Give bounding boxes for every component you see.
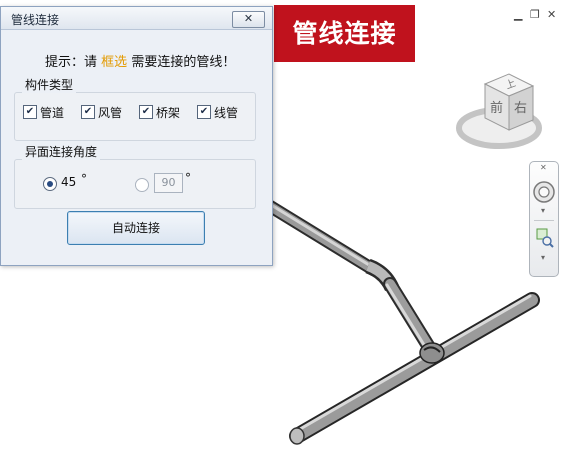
checkbox-conduit[interactable]: ✔ 线管 <box>197 104 238 120</box>
dialog-close-button[interactable]: ✕ <box>232 11 265 28</box>
pipe-segment-diagonal[interactable] <box>383 277 439 359</box>
viewport-window-controls: ▁ ❐ ✕ <box>514 8 560 22</box>
pipe-segment-upper[interactable] <box>261 198 381 277</box>
navigation-bar: ✕ ▾ ▾ <box>529 161 559 277</box>
minimize-icon[interactable]: ▁ <box>514 8 522 21</box>
hint-text: 提示：请 框选 需要连接的管线！ <box>45 51 235 70</box>
viewcube-right-label: 右 <box>514 101 527 116</box>
svg-text:▾: ▾ <box>541 206 545 215</box>
viewcube[interactable]: 上 前 右 <box>451 62 547 158</box>
hint-highlight: 框选 <box>101 55 128 70</box>
svg-text:▾: ▾ <box>541 253 545 262</box>
radio-45-label: 45 <box>61 175 77 189</box>
navbar-close-icon[interactable]: ✕ <box>540 163 547 172</box>
navbar-divider <box>534 220 554 221</box>
pipe-connect-dialog: 管线连接 ✕ 提示：请 框选 需要连接的管线！ 构件类型 ✔ 管道 ✔ 风管 ✔… <box>0 6 273 266</box>
restore-icon[interactable]: ❐ <box>530 8 540 21</box>
zoom-window-icon[interactable]: ▾ <box>530 226 558 266</box>
custom-angle-input[interactable]: 90 <box>154 173 183 193</box>
checkbox-duct-label: 风管 <box>98 105 123 120</box>
steering-wheel-icon[interactable]: ▾ <box>530 176 558 216</box>
feature-title-banner: 管线连接 <box>274 5 415 62</box>
radio-selected-dot <box>47 181 53 187</box>
checkbox-pipe-box[interactable]: ✔ <box>23 105 37 119</box>
checkbox-conduit-label: 线管 <box>214 105 239 120</box>
hint-suffix: 需要连接的管线！ <box>131 55 236 70</box>
auto-connect-button[interactable]: 自动连接 <box>67 211 205 245</box>
close-viewport-icon[interactable]: ✕ <box>547 8 556 21</box>
checkbox-pipe-label: 管道 <box>40 105 65 120</box>
degree-symbol: ° <box>81 172 87 186</box>
checkbox-conduit-box[interactable]: ✔ <box>197 105 211 119</box>
checkbox-cable-tray[interactable]: ✔ 桥架 <box>139 104 180 120</box>
degree-symbol-custom: ° <box>185 171 191 185</box>
viewcube-front-label: 前 <box>490 100 503 116</box>
checkbox-pipe[interactable]: ✔ 管道 <box>23 104 64 120</box>
pipe-tee-junction[interactable] <box>419 342 445 364</box>
checkbox-cable-tray-label: 桥架 <box>156 105 181 120</box>
close-icon: ✕ <box>243 12 254 25</box>
checkbox-duct[interactable]: ✔ 风管 <box>81 104 122 120</box>
dialog-title: 管线连接 <box>11 13 60 27</box>
radio-45-degree[interactable] <box>43 177 57 191</box>
angle-group-legend: 异面连接角度 <box>22 143 101 160</box>
component-type-legend: 构件类型 <box>22 76 77 93</box>
checkbox-cable-tray-box[interactable]: ✔ <box>139 105 153 119</box>
hint-prefix: 提示：请 <box>45 55 98 70</box>
dialog-titlebar[interactable]: 管线连接 ✕ <box>1 7 272 30</box>
checkbox-duct-box[interactable]: ✔ <box>81 105 95 119</box>
radio-custom-angle[interactable] <box>135 178 149 192</box>
